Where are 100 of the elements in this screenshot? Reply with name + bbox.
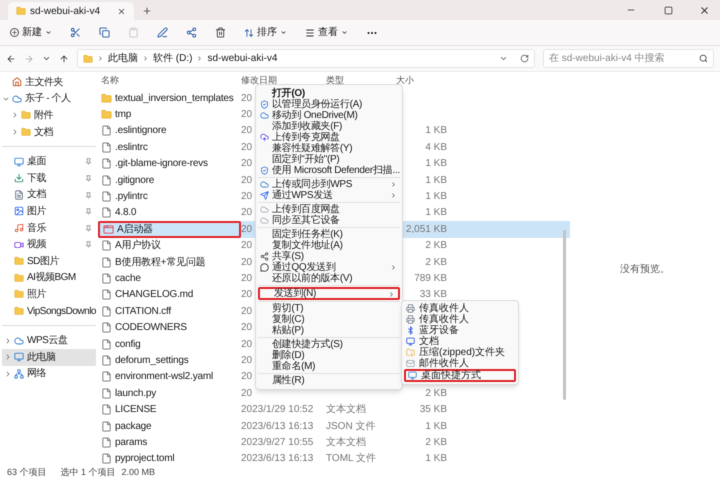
breadcrumb[interactable]: 此电脑 — [108, 51, 138, 66]
sidebar-item[interactable]: 此电脑 — [2, 348, 96, 366]
close-icon[interactable] — [699, 5, 710, 16]
file-name[interactable]: launch.py — [115, 386, 156, 401]
sidebar-item[interactable]: AI视频BGM — [2, 270, 96, 286]
menu-item[interactable]: 传真收件人 — [404, 303, 516, 314]
menu-item[interactable]: 通过WPS发送 — [258, 190, 400, 201]
up-icon[interactable] — [59, 54, 69, 64]
file-name[interactable]: environment-wsl2.yaml — [115, 369, 214, 384]
delete-icon[interactable] — [215, 27, 226, 38]
dropdown-icon[interactable] — [499, 54, 508, 63]
menu-item[interactable]: 通过QQ发送到 — [258, 262, 400, 273]
sidebar-item[interactable]: 文档 — [0, 124, 98, 140]
file-name[interactable]: .eslintignore — [115, 123, 166, 138]
cut-icon[interactable] — [70, 27, 81, 38]
menu-item[interactable]: 固定到"开始"(P) — [258, 154, 400, 165]
sidebar-item[interactable]: 网络 — [2, 366, 96, 382]
menu-item[interactable]: 共享(S) — [258, 251, 400, 262]
menu-item[interactable]: 打开(O) — [258, 88, 400, 99]
menu-item[interactable]: 文档 — [404, 336, 516, 347]
scrollbar[interactable] — [563, 230, 566, 400]
menu-item[interactable]: 以管理员身份运行(A) — [258, 99, 400, 110]
menu-item[interactable]: 上传或同步到WPS — [258, 179, 400, 190]
view-button[interactable]: 查看 — [305, 25, 348, 40]
menu-item[interactable]: 属性(R) — [258, 375, 400, 386]
menu-item[interactable]: 添加到收藏夹(F) — [258, 121, 400, 132]
sidebar-item[interactable]: 照片 — [2, 286, 96, 303]
file-name[interactable]: CODEOWNERS — [115, 320, 187, 336]
menu-item[interactable]: 删除(D) — [258, 350, 400, 361]
back-icon[interactable] — [6, 54, 16, 64]
sidebar-item[interactable]: 附件 — [0, 107, 98, 124]
file-name[interactable]: params — [115, 434, 148, 450]
file-name[interactable]: CHANGELOG.md — [115, 287, 194, 302]
share-icon[interactable] — [186, 27, 197, 38]
menu-item[interactable]: 发送到(N) — [258, 287, 400, 300]
file-name[interactable]: LICENSE — [115, 402, 156, 418]
file-name[interactable]: .git-blame-ignore-revs — [115, 156, 208, 172]
file-name[interactable]: A启动器 — [117, 222, 153, 237]
copy-icon[interactable] — [99, 27, 110, 38]
menu-item[interactable]: 蓝牙设备 — [404, 325, 516, 336]
sidebar-item[interactable]: 桌面 — [2, 153, 96, 170]
refresh-icon[interactable] — [520, 54, 529, 63]
chevron-icon[interactable] — [11, 128, 19, 136]
menu-item[interactable]: 复制(C) — [258, 314, 400, 325]
menu-item[interactable]: 使用 Microsoft Defender扫描... — [258, 165, 400, 176]
sidebar-item[interactable]: 文档 — [2, 186, 96, 204]
breadcrumb[interactable]: sd-webui-aki-v4 — [207, 51, 278, 66]
column-header[interactable]: 名称 — [101, 74, 241, 88]
file-name[interactable]: cache — [115, 270, 141, 286]
file-name[interactable]: package — [115, 418, 152, 434]
file-name[interactable]: textual_inversion_templates — [115, 90, 234, 106]
menu-item[interactable]: 上传到夸克网盘 — [258, 132, 400, 143]
sidebar-item[interactable]: 图片 — [2, 203, 96, 220]
column-header[interactable]: 类型 — [326, 74, 396, 88]
file-name[interactable]: config — [115, 336, 140, 352]
sidebar-item[interactable]: 东子 - 个人 — [0, 90, 98, 108]
file-name[interactable]: .eslintrc — [115, 140, 148, 155]
file-name[interactable]: 4.8.0 — [115, 205, 136, 220]
file-name[interactable]: deforum_settings — [115, 352, 189, 368]
menu-item[interactable]: 复制文件地址(A) — [258, 240, 400, 251]
close-icon[interactable] — [117, 6, 126, 16]
menu-item[interactable]: 移动到 OneDrive(M) — [258, 110, 400, 121]
maximize-icon[interactable] — [664, 6, 673, 15]
menu-item[interactable]: 同步至其它设备 — [258, 215, 400, 226]
menu-item[interactable]: 重命名(M) — [258, 361, 400, 372]
sidebar-item[interactable]: WPS云盘 — [2, 332, 96, 349]
address-bar[interactable]: 此电脑 软件 (D:) sd-webui-aki-v4 — [77, 49, 535, 68]
menu-item[interactable]: 桌面快捷方式 — [404, 369, 516, 382]
sidebar-item[interactable]: 视频 — [2, 236, 96, 253]
menu-item[interactable]: 粘贴(P) — [258, 325, 400, 336]
file-name[interactable]: tmp — [115, 107, 132, 122]
column-header[interactable]: 大小 — [396, 74, 456, 88]
file-name[interactable]: B使用教程+常见问题 — [115, 254, 206, 270]
rename-icon[interactable] — [157, 27, 168, 38]
menu-item[interactable]: 上传到百度网盘 — [258, 204, 400, 215]
chevron-icon[interactable] — [4, 370, 12, 378]
file-name[interactable]: A用户协议 — [115, 238, 161, 254]
file-name[interactable]: .gitignore — [115, 172, 154, 188]
chevron-icon[interactable] — [4, 353, 12, 362]
sidebar-item[interactable]: 下载 — [2, 170, 96, 187]
file-name[interactable]: .pylintrc — [115, 189, 148, 204]
menu-item[interactable]: 传真收件人 — [404, 314, 516, 325]
new-tab-icon[interactable] — [142, 6, 152, 16]
sidebar-item[interactable]: SD图片 — [2, 252, 96, 270]
chevron-icon[interactable] — [11, 111, 19, 120]
window-tab[interactable]: sd-webui-aki-v4 — [8, 2, 134, 20]
search-field[interactable]: 在 sd-webui-aki-v4 中搜索 — [543, 49, 714, 68]
sort-button[interactable]: 排序 — [244, 25, 287, 40]
search-input[interactable]: 在 sd-webui-aki-v4 中搜索 — [549, 51, 699, 66]
chevron-icon[interactable] — [4, 336, 12, 345]
menu-item[interactable]: 兼容性疑难解答(Y) — [258, 143, 400, 154]
breadcrumb[interactable]: 软件 (D:) — [153, 51, 192, 66]
column-header[interactable]: 修改日期 — [241, 74, 326, 88]
sidebar-item[interactable]: 音乐 — [2, 220, 96, 236]
new-button[interactable]: 新建 — [10, 25, 52, 40]
menu-item[interactable]: 还原以前的版本(V) — [258, 273, 400, 284]
menu-item[interactable]: 剪切(T) — [258, 303, 400, 314]
sidebar-item[interactable]: VipSongsDownlo — [2, 302, 96, 320]
file-name[interactable]: pyproject.toml — [115, 451, 174, 466]
menu-item[interactable]: 固定到任务栏(K) — [258, 229, 400, 240]
